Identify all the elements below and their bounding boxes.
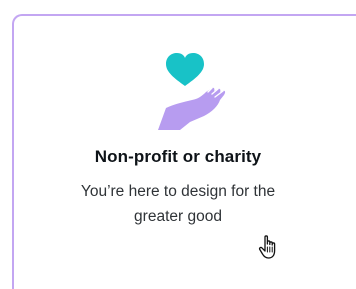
heart-in-hand-icon xyxy=(148,44,230,136)
card-description: You’re here to design for the greater go… xyxy=(80,183,276,225)
hand-pointer-icon xyxy=(258,234,280,260)
hand-icon xyxy=(158,87,226,130)
card-title: Non-profit or charity xyxy=(94,147,262,166)
heart-icon xyxy=(166,53,204,86)
